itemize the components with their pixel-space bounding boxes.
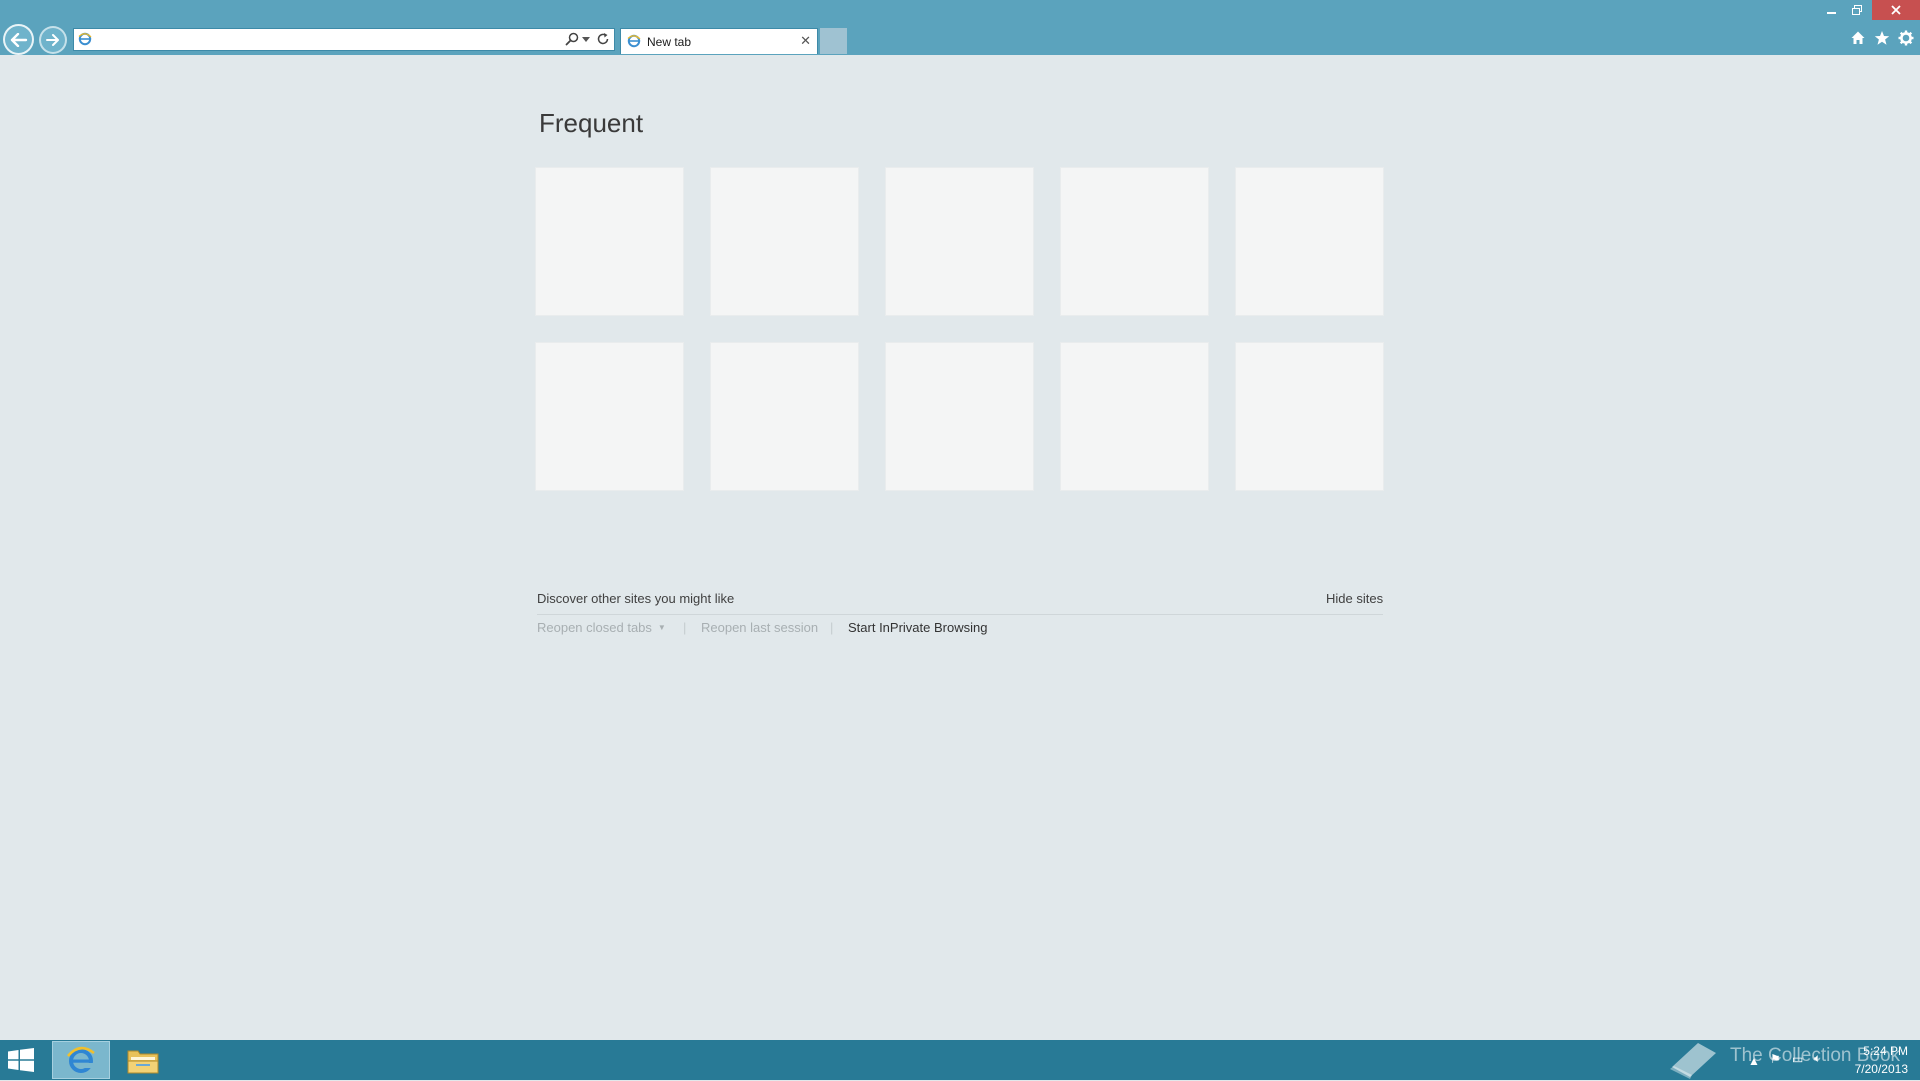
- chevron-up-icon[interactable]: ▲: [1748, 1054, 1760, 1068]
- site-tile[interactable]: [1060, 167, 1209, 316]
- link-separator: |: [830, 620, 834, 635]
- tab-new-tab[interactable]: New tab ✕: [620, 28, 818, 54]
- taskbar-internet-explorer[interactable]: [52, 1041, 110, 1079]
- taskbar: [0, 1040, 1920, 1080]
- restore-icon: [1852, 5, 1862, 15]
- restore-button[interactable]: [1844, 0, 1870, 20]
- taskbar-file-explorer[interactable]: [116, 1041, 170, 1079]
- back-icon: [10, 32, 27, 47]
- link-separator: |: [683, 620, 687, 635]
- site-tile[interactable]: [1060, 342, 1209, 491]
- home-icon[interactable]: [1850, 30, 1866, 46]
- site-tile[interactable]: [1235, 167, 1384, 316]
- minimize-icon: [1826, 11, 1836, 14]
- address-input[interactable]: [96, 30, 530, 49]
- close-icon: [1891, 5, 1901, 15]
- site-tile[interactable]: [710, 342, 859, 491]
- site-tile[interactable]: [885, 167, 1034, 316]
- ie-logo-icon: [78, 32, 92, 46]
- address-bar[interactable]: [73, 28, 615, 51]
- back-button[interactable]: [3, 24, 34, 55]
- ie-logo-icon: [627, 34, 641, 48]
- ie-logo-icon: [67, 1046, 95, 1073]
- search-icon[interactable]: [565, 32, 579, 46]
- clock-time[interactable]: 5:24 PM: [1848, 1044, 1908, 1058]
- close-button[interactable]: [1872, 0, 1920, 20]
- flag-icon[interactable]: ⚑: [1770, 1052, 1781, 1066]
- forward-icon: [46, 34, 59, 46]
- reopen-last-session-link[interactable]: Reopen last session: [701, 620, 818, 635]
- divider: [537, 614, 1383, 615]
- reopen-closed-tabs-link[interactable]: Reopen closed tabs ▼: [537, 620, 666, 635]
- minimize-button[interactable]: [1818, 0, 1844, 20]
- site-tile[interactable]: [535, 342, 684, 491]
- gear-icon[interactable]: [1898, 30, 1914, 46]
- windows-logo-icon[interactable]: [8, 1048, 34, 1072]
- start-inprivate-link[interactable]: Start InPrivate Browsing: [848, 620, 987, 635]
- network-icon[interactable]: ▭: [1792, 1052, 1803, 1066]
- dropdown-icon: ▼: [657, 623, 666, 632]
- clock-date[interactable]: 7/20/2013: [1838, 1062, 1908, 1076]
- new-tab-button[interactable]: [820, 28, 847, 54]
- browser-toolbar: New tab ✕: [0, 0, 1920, 55]
- folder-icon: [127, 1050, 159, 1074]
- discover-sites-text: Discover other sites you might like: [537, 591, 735, 606]
- tab-label: New tab: [647, 35, 692, 49]
- star-icon[interactable]: [1874, 30, 1890, 46]
- dropdown-icon[interactable]: [582, 37, 590, 42]
- close-icon[interactable]: ✕: [800, 34, 811, 48]
- site-tile[interactable]: [1235, 342, 1384, 491]
- site-tile[interactable]: [710, 167, 859, 316]
- speaker-icon[interactable]: 🔈︎: [1814, 1051, 1821, 1066]
- refresh-icon[interactable]: [596, 32, 610, 46]
- hide-sites-link[interactable]: Hide sites: [1326, 591, 1383, 606]
- page-title: Frequent: [539, 108, 644, 138]
- site-tile[interactable]: [535, 167, 684, 316]
- reopen-closed-tabs-label: Reopen closed tabs: [537, 620, 652, 635]
- book-icon: [1670, 1043, 1716, 1079]
- forward-button[interactable]: [39, 26, 67, 54]
- site-tile[interactable]: [885, 342, 1034, 491]
